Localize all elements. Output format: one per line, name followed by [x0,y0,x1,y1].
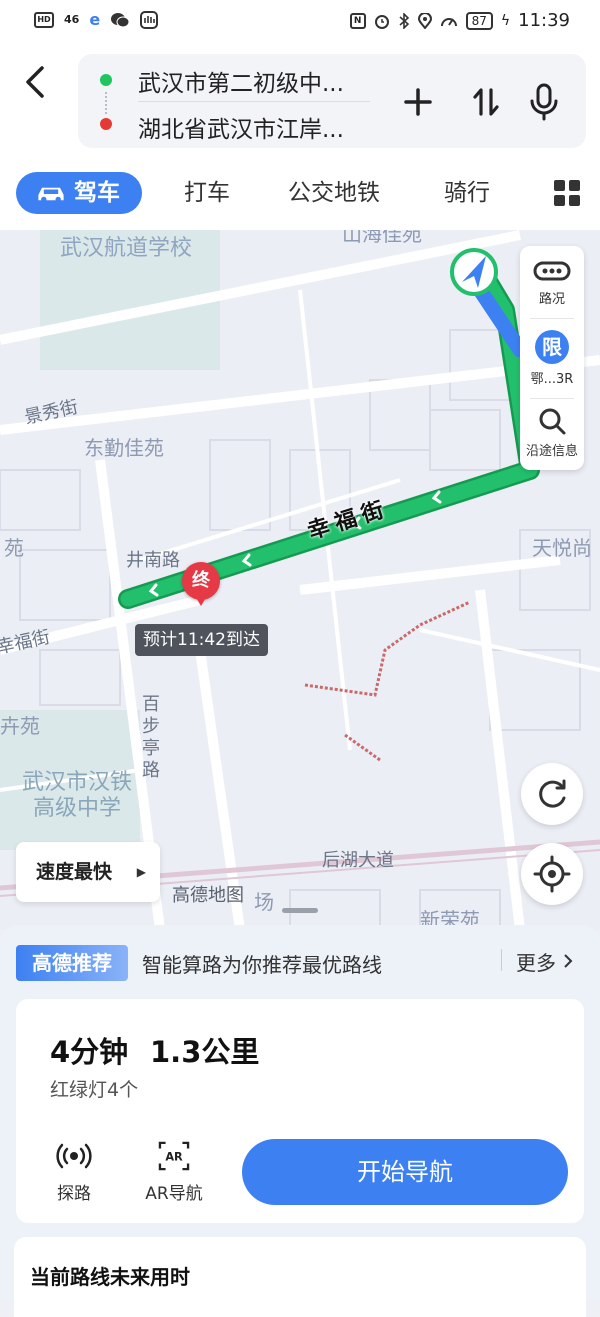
end-dot-icon [100,118,112,130]
tab-drive-label: 驾车 [74,180,120,206]
accessibility-icon [140,10,159,29]
recommend-badge: 高德推荐 [16,945,128,981]
route-sheet: 高德推荐 智能算路为你推荐最优路线 更多 4分钟 1.3公里 红绿灯4个 探路 … [0,925,600,1317]
back-button[interactable] [20,62,56,102]
map-background [0,230,600,930]
nfc-icon: N [349,12,366,29]
map-label-area: 山海佳苑 [342,230,422,246]
destination-pin-tail [195,596,207,606]
traffic-lights-count: 红绿灯4个 [50,1079,139,1101]
ar-icon: AR [158,1141,190,1171]
locate-me-button[interactable] [521,843,583,905]
map-side-panel: 路况 限 鄂...3R 沿途信息 [520,246,584,470]
car-icon [38,187,64,202]
status-bar: HD 46 e N 87 ϟ 11:39 [0,0,600,42]
map-label-huiyuan: 卉苑 [0,714,40,738]
refresh-icon [539,779,566,808]
start-location[interactable]: 武汉市第二初级中... [138,64,344,98]
route-input-box: 武汉市第二初级中... 湖北省武汉市江岸... [78,54,586,148]
alarm-icon [374,14,389,29]
traffic-icon [533,261,571,281]
future-time-card[interactable]: 当前路线未来用时 [14,1237,586,1317]
explore-route-button[interactable]: 探路 [34,1141,114,1204]
svg-text:AR: AR [165,1151,183,1164]
microphone-icon [530,83,558,121]
map-watermark: 高德地图 [172,885,244,906]
signal-icon: 46 [64,13,80,26]
map-label-tianyue: 天悦尚 [532,536,592,560]
speed-icon [440,17,457,26]
add-waypoint-button[interactable] [396,80,440,124]
route-connector [105,92,109,114]
start-dot-icon [100,74,112,86]
explore-label: 探路 [57,1184,91,1204]
strategy-label: 速度最快 [36,861,113,883]
route-card[interactable]: 4分钟 1.3公里 红绿灯4个 探路 AR AR导航 开始导航 [16,999,584,1223]
start-navigation-button[interactable]: 开始导航 [242,1139,568,1205]
future-time-title: 当前路线未来用时 [30,1265,190,1289]
traffic-label: 路况 [538,292,565,307]
limit-plate-label: 鄂...3R [530,372,574,387]
limit-badge: 限 [535,330,569,364]
e-app-icon: e [89,10,101,29]
destination-pin[interactable]: 终 [182,562,220,600]
swap-icon [473,88,499,116]
ar-nav-label: AR导航 [145,1184,203,1204]
more-modes-grid-icon[interactable] [554,180,580,206]
travel-mode-tabs: 驾车 打车 公交地铁 骑行 [0,160,600,230]
swap-button[interactable] [464,80,508,124]
crosshair-icon [533,855,571,893]
plate-limit-button[interactable]: 限 鄂...3R [520,330,584,387]
map-label-houhu: 后湖大道 [322,850,394,871]
broadcast-icon [56,1143,92,1169]
back-arrow-icon [26,66,44,98]
map-view[interactable]: 武汉航道学校 山海佳苑 景秀街 东勤佳苑 苑 井南路 幸福街 卉苑 百步亭路 武… [0,230,600,930]
tab-taxi[interactable]: 打车 [184,172,230,214]
along-route-info-button[interactable]: 沿途信息 [520,406,584,459]
battery-level: 87 [465,11,493,30]
route-distance: 1.3公里 [150,1035,260,1069]
more-routes-link[interactable]: 更多 [516,947,574,976]
more-label: 更多 [516,951,556,975]
tab-drive[interactable]: 驾车 [16,172,142,214]
eta-bubble: 预计11:42到达 [135,624,268,656]
divider [501,949,502,971]
map-label-yuan: 苑 [4,536,24,560]
route-header: 武汉市第二初级中... 湖北省武汉市江岸... [0,42,600,160]
map-label-field: 场 [254,890,274,914]
tab-bike[interactable]: 骑行 [444,172,490,214]
clock: 11:39 [518,10,570,31]
wechat-icon [111,12,130,27]
plus-icon [404,88,432,116]
search-icon [539,408,566,435]
tab-transit[interactable]: 公交地铁 [288,172,380,214]
map-label-dongqin: 东勤佳苑 [84,436,164,460]
route-duration: 4分钟 [50,1035,129,1069]
traffic-toggle[interactable]: 路况 [520,260,584,307]
chevron-right-icon [564,954,573,968]
sheet-drag-handle[interactable] [282,908,318,913]
map-label-school: 武汉航道学校 [60,236,193,261]
divider [138,101,370,102]
charging-icon: ϟ [500,12,511,29]
location-icon [417,12,432,29]
map-label-hantie-school: 武汉市汉铁 高级中学 [21,770,132,821]
along-route-label: 沿途信息 [525,444,578,459]
ar-navigation-button[interactable]: AR AR导航 [134,1141,214,1204]
divider [530,398,574,399]
map-label-jingnan: 井南路 [126,550,180,571]
play-arrow-icon: ▶ [136,865,146,879]
route-strategy-button[interactable]: 速度最快 ▶ [16,842,160,902]
end-location[interactable]: 湖北省武汉市江岸... [138,110,344,144]
refresh-button[interactable] [521,763,583,825]
map-label-baibu: 百步亭路 [142,694,160,781]
divider [530,318,574,319]
hd-icon: HD [34,11,54,28]
voice-input-button[interactable] [522,80,566,124]
recommend-text: 智能算路为你推荐最优路线 [142,953,382,977]
bluetooth-icon [399,12,409,29]
